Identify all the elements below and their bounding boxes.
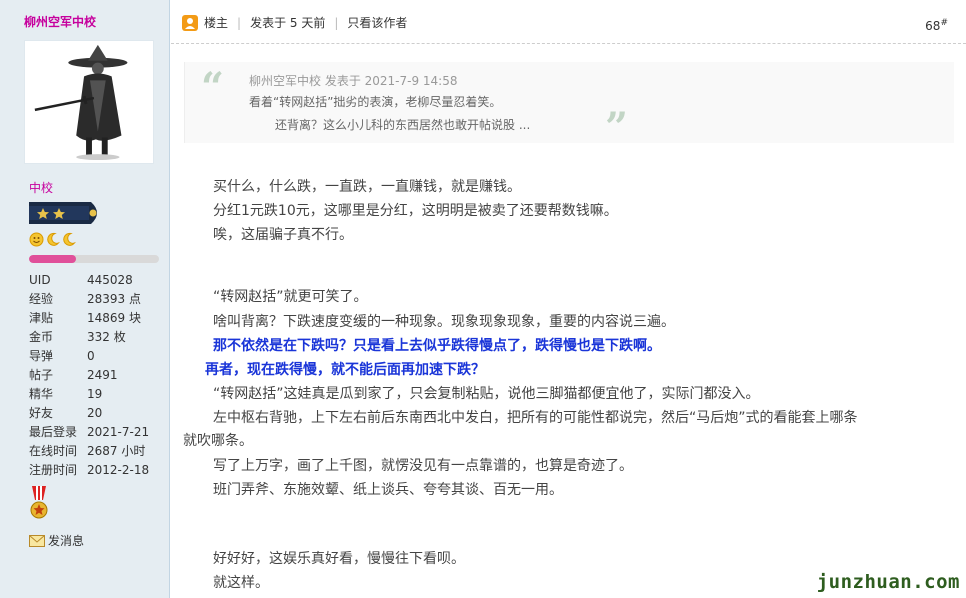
stat-value[interactable]: 19 [87,387,169,401]
stat-label: 金币 [29,330,54,344]
post-line: 买什么，什么跌，一直跌，一直赚钱，就是赚钱。 [213,179,521,195]
rank-badge-icon [29,200,103,229]
post-line: 好好好，这娱乐真好看，慢慢往下看呗。 [213,551,465,567]
post-line-emphasis: 再者，现在跌得慢，就不能后面再加速下跌？ [205,362,485,378]
separator: | [237,15,242,30]
stat-row: UID 445028 [29,270,169,289]
stat-value: 14869 块 [87,311,141,325]
stat-label: 经验 [29,292,54,306]
stat-label: UID [29,272,51,287]
stat-row: 经验 28393 点 [29,289,169,308]
stat-value[interactable]: 445028 [87,273,169,287]
avatar-image [25,41,153,163]
posted-time: 发表于 5 天前 [250,16,326,30]
post-line: 唉，这届骗子真不行。 [213,227,353,243]
post-line: 就吹哪条。 [183,433,253,449]
floor-mark: # [940,18,948,28]
user-stats: UID 445028 经验 28393 点 津贴 14869 块 金币 332 枚 导弹… [29,270,169,479]
medal-icon[interactable] [29,486,49,525]
user-sidebar: 柳州空军中校 中校 UID 445028 经验 28393 点 津贴 14869… [0,0,170,598]
stat-label: 在线时间 [29,444,78,458]
stat-value: 0 [87,348,95,363]
stat-row: 精华 19 [29,384,169,403]
stat-value: 2687 小时 [87,444,146,458]
quote-block: “ 柳州空军中校 发表于 2021-7-9 14:58 看着“转网赵括”拙劣的表… [184,62,954,148]
avatar[interactable] [24,40,154,164]
username-link[interactable]: 柳州空军中校 [24,13,96,30]
stat-label: 津贴 [29,311,54,325]
quote-meta[interactable]: 柳州空军中校 发表于 2021-7-9 14:58 [249,72,458,89]
stat-value: 28393 点 [87,292,141,306]
rank-title: 中校 [29,181,54,195]
stat-value[interactable]: 2491 [87,368,169,382]
post-line: 班门弄斧、东施效颦、纸上谈兵、夸夸其谈、百无一用。 [213,482,563,498]
author-only-link[interactable]: 只看该作者 [347,14,407,31]
site-watermark: junzhuan.com [816,571,960,593]
stat-row: 帖子 2491 [29,365,169,384]
level-icons [29,232,76,247]
user-icon [182,14,198,31]
owner-label: 楼主 [204,16,229,30]
post-header-items: 楼主 | 发表于 5 天前 | 只看该作者 [182,14,407,31]
post-line: 啥叫背离？下跌速度变缓的一种现象。现象现象现象，重要的内容说三遍。 [213,314,675,330]
stat-value: 2021-7-21 [87,424,150,439]
moon-icon [47,232,60,246]
stat-label: 精华 [29,387,54,401]
send-message-button[interactable]: 发消息 [29,532,84,549]
sun-icon [29,232,44,247]
send-message-label: 发消息 [48,534,85,548]
post-line: 分红1元跌10元，这哪里是分红，这明明是被卖了还要帮数钱嘛。 [213,203,618,219]
post-header: 楼主 | 发表于 5 天前 | 只看该作者 68# [171,0,966,44]
post-line: “转网赵括”就更可笑了。 [213,289,368,305]
stat-label: 好友 [29,406,54,420]
stat-label: 导弹 [29,349,54,363]
post-line: 左中枢右背驰，上下左右前后东南西北中发白，把所有的可能性都说完，然后“马后炮”式… [213,410,858,426]
open-quote-icon: “ [201,64,225,111]
stat-value: 332 枚 [87,330,126,344]
moon-icon [63,232,76,246]
stat-row: 注册时间 2012-2-18 [29,460,169,479]
post-line: 就这样。 [213,575,269,591]
stat-row: 金币 332 枚 [29,327,169,346]
stat-label: 注册时间 [29,463,78,477]
post-line: “转网赵括”这娃真是瓜到家了，只会复制粘贴，说他三脚猫都便宜他了，实际门都没入。 [213,386,760,402]
envelope-icon [29,534,45,547]
stat-row: 导弹 0 [29,346,169,365]
stat-label: 最后登录 [29,425,78,439]
stat-label: 帖子 [29,368,54,382]
close-quote-icon: ” [605,104,629,151]
stat-row: 津贴 14869 块 [29,308,169,327]
post-line: 写了上万字，画了上千图，就愣没见有一点靠谱的，也算是奇迹了。 [213,458,633,474]
stat-row: 在线时间 2687 小时 [29,441,169,460]
stat-value: 2012-2-18 [87,462,150,477]
post-line-emphasis: 那不依然是在下跌吗？只是看上去似乎跌得慢点了，跌得慢也是下跌啊。 [213,338,661,354]
stat-row: 好友 20 [29,403,169,422]
quote-line: 还背离？这么小儿科的东西居然也敢开帖说股 ... [275,118,531,132]
level-progress-bar [29,255,159,263]
quote-line: 看着“转网赵括”拙劣的表演，老柳尽量忍着笑。 [249,95,502,109]
floor-number[interactable]: 68# [925,18,948,33]
stat-row: 最后登录 2021-7-21 [29,422,169,441]
floor-number-value: 68 [925,19,941,33]
stat-value[interactable]: 20 [87,406,169,420]
separator: | [334,15,339,30]
level-progress-fill [29,255,76,263]
